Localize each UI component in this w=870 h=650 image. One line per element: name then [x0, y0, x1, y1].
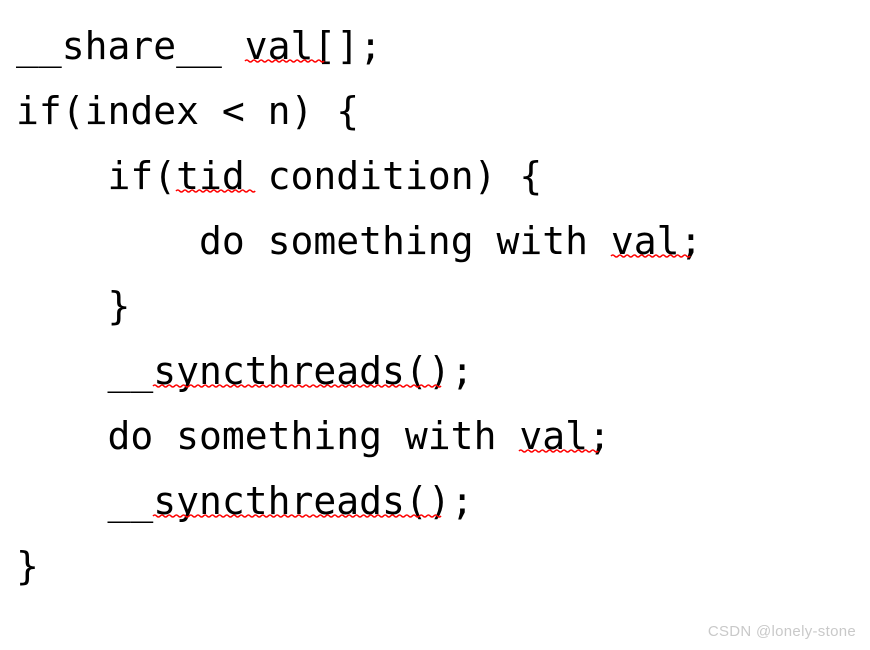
spellcheck-squiggle-icon: [610, 254, 691, 258]
code-line: __syncthreads ();: [16, 339, 856, 404]
code-token: condition) {: [244, 154, 543, 198]
misspelled-token: tid: [175, 154, 256, 198]
code-token: __: [107, 479, 154, 523]
code-line: __share__ val [];: [16, 14, 856, 79]
code-token: ();: [404, 479, 474, 523]
code-line: do something with val;: [16, 209, 856, 274]
code-token: do something with: [199, 219, 611, 263]
code-token: }: [107, 284, 131, 328]
code-token: do something with: [107, 414, 520, 458]
code-token: }: [16, 544, 39, 588]
code-token: [];: [313, 24, 383, 68]
spellcheck-squiggle-icon: [152, 384, 442, 388]
spellcheck-squiggle-icon: [152, 514, 442, 518]
misspelled-token: syncthreads: [152, 349, 442, 393]
code-token: if(index < n) {: [16, 89, 360, 133]
code-line: if(tid condition) {: [16, 144, 856, 209]
misspelled-token: val: [518, 414, 600, 458]
code-block[interactable]: __share__ val []; if(index < n) { if(tid c…: [16, 14, 856, 599]
code-line: __syncthreads ();: [16, 469, 856, 534]
code-line: if(index < n) {: [16, 79, 856, 144]
code-token: ();: [404, 349, 474, 393]
code-line: do something with val;: [16, 404, 856, 469]
code-token: __: [107, 349, 154, 393]
code-canvas: __share__ val []; if(index < n) { if(tid c…: [0, 0, 870, 650]
code-line: }: [16, 534, 856, 599]
code-token: if(: [107, 154, 177, 198]
watermark: CSDN @lonely-stone: [707, 623, 856, 640]
misspelled-token: syncthreads: [152, 479, 442, 523]
spellcheck-squiggle-icon: [518, 449, 600, 453]
code-token: ;: [587, 414, 611, 458]
code-line: }: [16, 274, 856, 339]
spellcheck-squiggle-icon: [175, 189, 256, 193]
misspelled-token: val: [244, 24, 325, 68]
spellcheck-squiggle-icon: [244, 59, 325, 63]
code-token: __share__: [16, 24, 245, 68]
misspelled-token: val: [610, 219, 691, 263]
code-token: ;: [679, 219, 703, 263]
